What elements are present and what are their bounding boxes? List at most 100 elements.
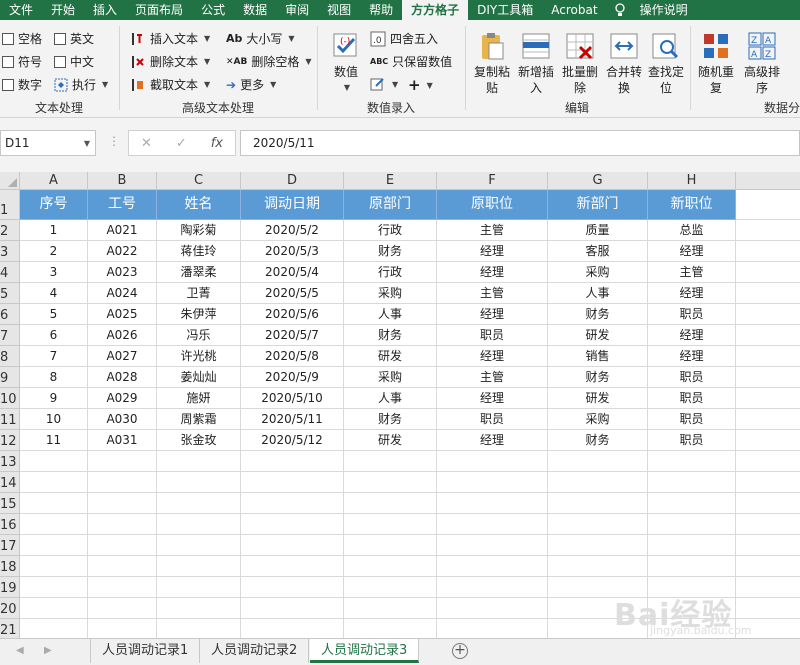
column-header[interactable]: E <box>344 172 437 190</box>
table-cell[interactable]: 2020/5/12 <box>241 430 344 451</box>
row-header[interactable]: 17 <box>0 535 20 556</box>
round-button[interactable]: .0 四舍五入 <box>370 30 438 47</box>
empty-cell[interactable] <box>241 493 344 514</box>
add-dropdown-button[interactable]: + ▼ <box>408 76 433 94</box>
table-cell[interactable]: 人事 <box>344 304 437 325</box>
table-cell[interactable]: 潘翠柔 <box>157 262 241 283</box>
table-cell[interactable]: 经理 <box>648 346 736 367</box>
table-cell[interactable]: A027 <box>88 346 157 367</box>
checkbox-space[interactable]: 空格 <box>2 30 42 47</box>
empty-cell[interactable] <box>736 598 800 619</box>
sheet-tab-1[interactable]: 人员调动记录1 <box>90 639 201 663</box>
table-cell[interactable]: 冯乐 <box>157 325 241 346</box>
empty-cell[interactable] <box>88 493 157 514</box>
empty-cell[interactable] <box>437 451 548 472</box>
empty-cell[interactable] <box>736 241 800 262</box>
row-header[interactable]: 1 <box>0 190 20 220</box>
ribbon-tab[interactable]: 方方格子 <box>402 0 469 20</box>
table-cell[interactable]: 财务 <box>344 325 437 346</box>
formula-input[interactable]: 2020/5/11 <box>240 130 800 156</box>
copy-paste-button[interactable]: 复制粘贴 <box>470 30 514 96</box>
table-cell[interactable]: 2020/5/9 <box>241 367 344 388</box>
table-cell[interactable]: 经理 <box>437 430 548 451</box>
execute-button[interactable]: 执行 ▼ <box>54 76 108 93</box>
empty-cell[interactable] <box>20 577 88 598</box>
empty-cell[interactable] <box>157 493 241 514</box>
empty-cell[interactable] <box>20 535 88 556</box>
header-cell[interactable]: 姓名 <box>157 190 241 220</box>
batch-delete-button[interactable]: 批量删除 <box>558 30 602 96</box>
empty-cell[interactable] <box>736 451 800 472</box>
table-cell[interactable]: 10 <box>20 409 88 430</box>
checkbox-number[interactable]: 数字 <box>2 76 42 93</box>
ribbon-tab[interactable]: 视图 <box>318 0 360 20</box>
table-cell[interactable]: A024 <box>88 283 157 304</box>
table-cell[interactable]: 2020/5/6 <box>241 304 344 325</box>
table-cell[interactable]: 主管 <box>648 262 736 283</box>
empty-cell[interactable] <box>157 535 241 556</box>
header-cell[interactable]: 工号 <box>88 190 157 220</box>
empty-cell[interactable] <box>736 535 800 556</box>
empty-cell[interactable] <box>344 493 437 514</box>
empty-cell[interactable] <box>736 472 800 493</box>
empty-cell[interactable] <box>157 577 241 598</box>
table-cell[interactable]: 研发 <box>344 346 437 367</box>
row-header[interactable]: 19 <box>0 577 20 598</box>
table-cell[interactable]: 客服 <box>548 241 648 262</box>
header-cell[interactable]: 新部门 <box>548 190 648 220</box>
row-header[interactable]: 16 <box>0 514 20 535</box>
header-cell[interactable]: 序号 <box>20 190 88 220</box>
chevron-down-icon[interactable]: ▼ <box>84 139 90 148</box>
table-cell[interactable]: 经理 <box>437 346 548 367</box>
row-header[interactable]: 3 <box>0 241 20 262</box>
table-cell[interactable]: 人事 <box>548 283 648 304</box>
table-cell[interactable]: 11 <box>20 430 88 451</box>
table-cell[interactable]: A029 <box>88 388 157 409</box>
table-cell[interactable]: 2020/5/5 <box>241 283 344 304</box>
empty-cell[interactable] <box>736 493 800 514</box>
empty-cell[interactable] <box>648 451 736 472</box>
empty-cell[interactable] <box>241 451 344 472</box>
table-cell[interactable]: 2 <box>20 241 88 262</box>
table-cell[interactable]: 5 <box>20 304 88 325</box>
table-cell[interactable]: A030 <box>88 409 157 430</box>
table-cell[interactable]: A021 <box>88 220 157 241</box>
empty-cell[interactable] <box>548 556 648 577</box>
table-cell[interactable]: 采购 <box>344 283 437 304</box>
empty-cell[interactable] <box>241 577 344 598</box>
remove-spaces-button[interactable]: ✕AB 删除空格 ▼ <box>226 53 312 70</box>
empty-cell[interactable] <box>437 598 548 619</box>
empty-cell[interactable] <box>548 535 648 556</box>
empty-cell[interactable] <box>20 514 88 535</box>
value-button[interactable]: (-) 数值 ▼ <box>324 30 368 96</box>
row-header[interactable]: 10 <box>0 388 20 409</box>
row-header[interactable]: 9 <box>0 367 20 388</box>
table-cell[interactable]: A023 <box>88 262 157 283</box>
table-cell[interactable]: A025 <box>88 304 157 325</box>
empty-cell[interactable] <box>437 535 548 556</box>
table-cell[interactable]: 经理 <box>437 262 548 283</box>
empty-cell[interactable] <box>157 472 241 493</box>
row-header[interactable]: 13 <box>0 451 20 472</box>
ribbon-tab[interactable]: 文件 <box>0 0 42 20</box>
row-header[interactable]: 5 <box>0 283 20 304</box>
table-cell[interactable]: 研发 <box>548 388 648 409</box>
empty-cell[interactable] <box>437 556 548 577</box>
table-cell[interactable]: 财务 <box>548 304 648 325</box>
table-cell[interactable]: 职员 <box>648 388 736 409</box>
table-cell[interactable]: 2020/5/2 <box>241 220 344 241</box>
extract-text-button[interactable]: 截取文本 ▼ <box>130 76 210 93</box>
empty-cell[interactable] <box>648 493 736 514</box>
empty-cell[interactable] <box>648 472 736 493</box>
header-cell[interactable]: 原部门 <box>344 190 437 220</box>
empty-cell[interactable] <box>344 598 437 619</box>
table-cell[interactable]: 职员 <box>648 304 736 325</box>
keep-values-button[interactable]: ABC 只保留数值 <box>370 53 452 70</box>
empty-cell[interactable] <box>736 220 800 241</box>
checkbox-english[interactable]: 英文 <box>54 30 94 47</box>
table-cell[interactable]: 2020/5/8 <box>241 346 344 367</box>
table-cell[interactable]: 姜灿灿 <box>157 367 241 388</box>
row-header[interactable]: 18 <box>0 556 20 577</box>
header-cell[interactable]: 调动日期 <box>241 190 344 220</box>
column-header[interactable]: F <box>437 172 548 190</box>
